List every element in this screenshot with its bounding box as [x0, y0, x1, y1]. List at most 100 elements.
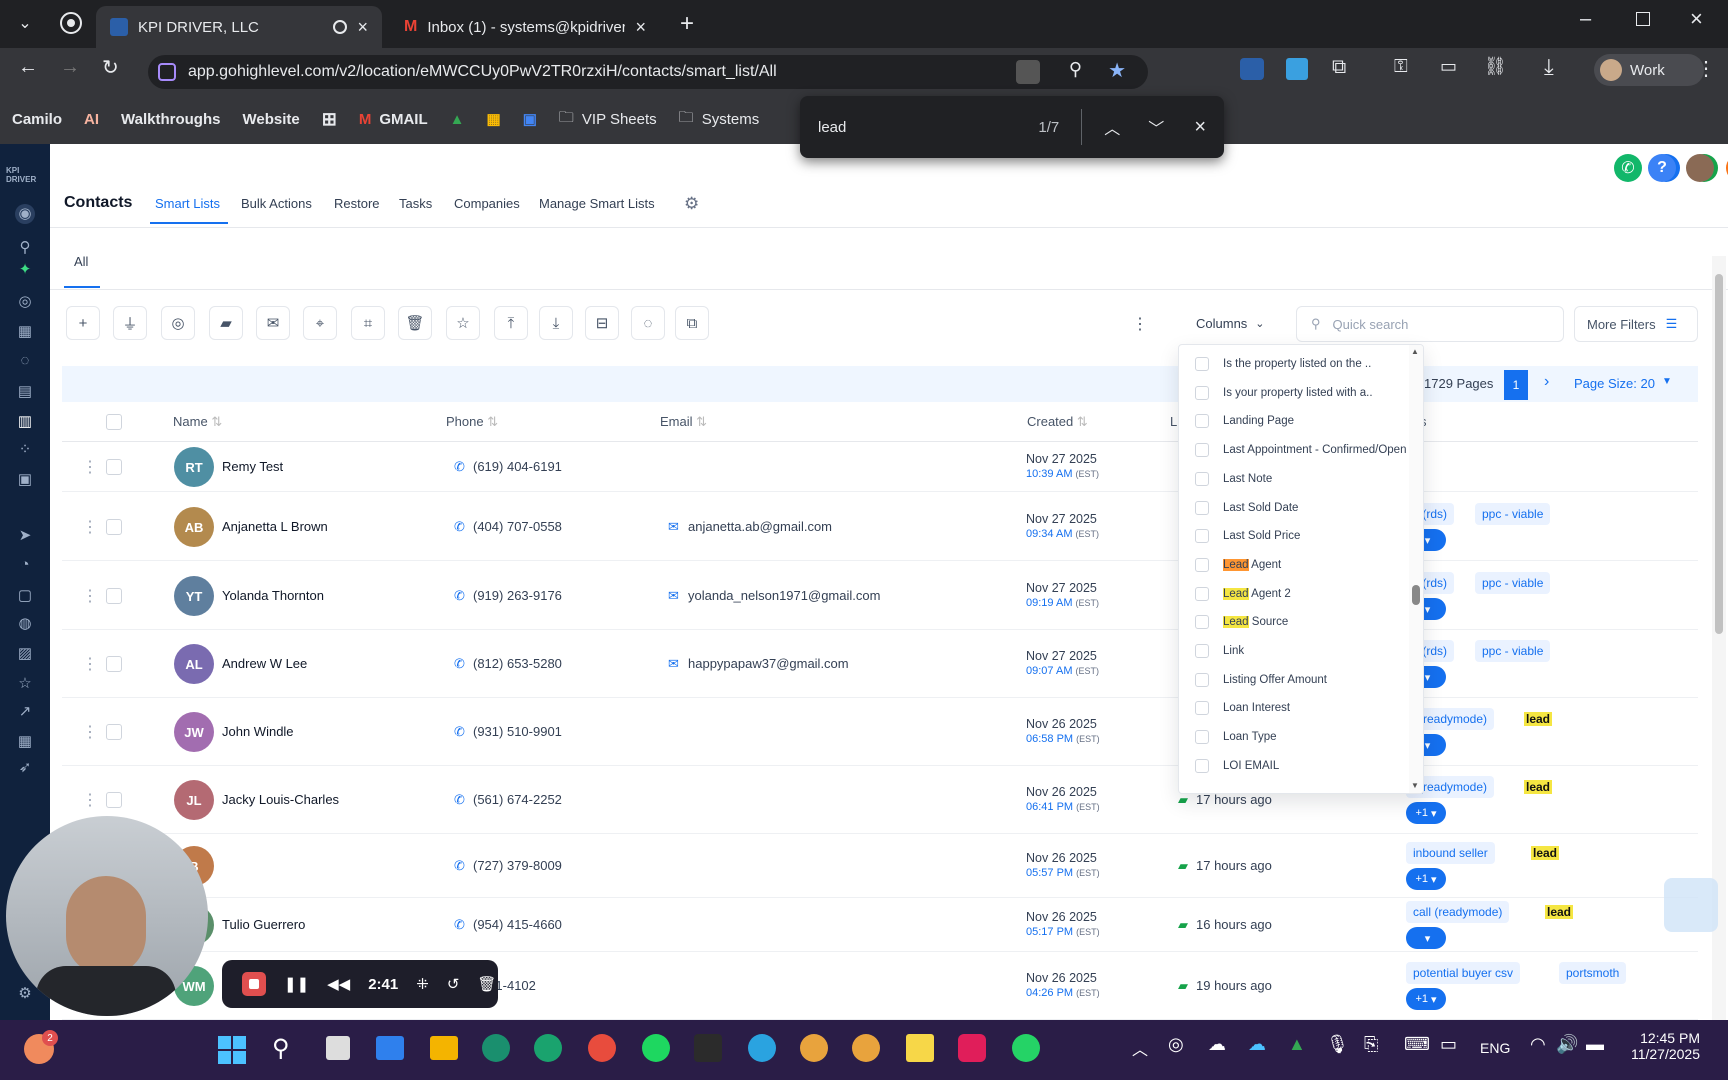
spotify-icon[interactable] — [642, 1034, 670, 1062]
tag-chip[interactable]: portsmoth — [1559, 962, 1627, 984]
table-row[interactable]: ⋮ AL Andrew W Lee ✆ (812) 653-5280 ✉ happypapa… — [62, 630, 1698, 698]
row-actions-icon[interactable]: ⋮ — [82, 654, 98, 674]
rocket-icon[interactable]: ➶ — [15, 758, 35, 778]
tag-chip[interactable]: ppc - viable — [1475, 572, 1551, 594]
help-icon[interactable]: ? — [1648, 154, 1676, 182]
reload-icon[interactable]: ↻ — [102, 55, 119, 80]
trash-icon[interactable]: 🗑 — [477, 975, 496, 993]
row-checkbox[interactable] — [106, 724, 122, 740]
column-header-phone[interactable]: Phone ⇅ — [446, 414, 498, 430]
import-icon[interactable]: ⤓ — [539, 306, 573, 340]
tag-chip[interactable]: call (readymode) — [1406, 901, 1510, 923]
table-row[interactable]: ⋮B✆(727) 379-8009Nov 26 202505:57 PM (ES… — [62, 834, 1698, 898]
select-all-checkbox[interactable] — [106, 414, 122, 430]
menu-kebab-icon[interactable]: ⋮ — [1696, 56, 1716, 81]
task-view-icon[interactable] — [326, 1036, 350, 1060]
quick-search-input[interactable]: ⚲ Quick search — [1296, 306, 1564, 342]
contact-name[interactable]: Remy Test — [222, 459, 283, 474]
restart-icon[interactable]: ↺ — [447, 975, 460, 993]
tab-restore[interactable]: Restore — [334, 196, 380, 211]
contact-name[interactable]: Jacky Louis-Charles — [222, 792, 339, 807]
row-actions-icon[interactable]: ⋮ — [82, 722, 98, 742]
add-tag-icon[interactable]: ⌖ — [303, 306, 337, 340]
volume-icon[interactable]: 🔊 — [1556, 1034, 1578, 1055]
site-info-icon[interactable] — [158, 63, 176, 81]
column-header-last-activity[interactable]: L — [1170, 414, 1177, 429]
phone-icon[interactable]: ✆ — [1614, 154, 1642, 182]
table-row[interactable]: ⋮ YT Yolanda Thornton ✆ (919) 263-9176 ✉ yolan… — [62, 561, 1698, 630]
column-header-name[interactable]: Name ⇅ — [173, 414, 222, 430]
settings-gear-icon[interactable]: ⚙ — [15, 984, 35, 1004]
user-avatar[interactable] — [1686, 154, 1714, 182]
chrome-icon[interactable] — [852, 1034, 880, 1062]
scrollbar-thumb[interactable] — [1412, 585, 1420, 605]
column-option[interactable]: Is the property listed on the .. — [1195, 357, 1371, 371]
column-checkbox[interactable] — [1195, 615, 1209, 630]
maximize-icon[interactable] — [1636, 12, 1650, 26]
contact-name[interactable]: Andrew W Lee — [222, 656, 307, 671]
reporting-icon[interactable]: ↗ — [15, 702, 35, 722]
dashboard-icon[interactable]: ▦ — [15, 322, 35, 342]
row-actions-icon[interactable]: ⋮ — [82, 517, 98, 537]
dropdown-scrollbar[interactable]: ▲ ▼ — [1409, 345, 1423, 793]
column-option[interactable]: Link — [1195, 644, 1244, 658]
settings-gear-icon[interactable]: ⚙ — [684, 194, 699, 214]
column-checkbox[interactable] — [1195, 730, 1209, 745]
bookmark-vip-sheets[interactable]: 🗀 VIP Sheets — [559, 107, 657, 132]
find-input[interactable]: lead — [818, 119, 1038, 136]
tab-bulk-actions[interactable]: Bulk Actions — [241, 196, 312, 211]
subtab-all[interactable]: All — [74, 254, 88, 269]
calendar-icon[interactable]: ▤ — [15, 382, 35, 402]
search-icon[interactable]: ⚲ — [15, 238, 35, 258]
extension-icon[interactable] — [1240, 58, 1264, 80]
columns-button[interactable]: Columns ⌄ — [1178, 306, 1278, 340]
download-icon[interactable]: ⤓ — [1544, 54, 1554, 80]
chat-widget-icon[interactable] — [1664, 878, 1718, 932]
calendar-icon[interactable]: ▣ — [523, 110, 537, 128]
table-row[interactable]: ⋮ AB Anjanetta L Brown ✆ (404) 707-0558 ✉ anja… — [62, 492, 1698, 561]
bookmark-gmail[interactable]: M GMAIL — [359, 111, 428, 128]
sms-icon[interactable]: ▰ — [209, 306, 243, 340]
tab-search-icon[interactable]: ⌄ — [14, 12, 36, 34]
display-icon[interactable]: ▭ — [1440, 1034, 1457, 1055]
tray-app-icon[interactable]: ◎ — [1168, 1034, 1184, 1055]
contact-phone[interactable]: (619) 404-6191 — [473, 459, 562, 474]
scroll-down-icon[interactable]: ▼ — [1411, 781, 1419, 790]
contact-email[interactable]: happypapaw37@gmail.com — [688, 656, 849, 671]
tab-smart-lists[interactable]: Smart Lists — [155, 196, 220, 211]
find-previous-icon[interactable]: ︿ — [1104, 115, 1120, 139]
find-next-icon[interactable]: ﹀ — [1148, 115, 1164, 139]
column-option[interactable]: Loan Interest — [1195, 701, 1290, 716]
scrollbar-thumb[interactable] — [1715, 274, 1723, 634]
conversations-icon[interactable]: ◌ — [15, 352, 35, 372]
contact-phone[interactable]: (812) 653-5280 — [473, 656, 562, 671]
contacts-nav-icon[interactable]: ◉ — [15, 204, 35, 224]
wifi-icon[interactable]: ◠ — [1530, 1034, 1546, 1055]
row-checkbox[interactable] — [106, 588, 122, 604]
row-checkbox[interactable] — [106, 656, 122, 672]
row-actions-icon[interactable]: ⋮ — [82, 790, 98, 810]
column-checkbox[interactable] — [1195, 758, 1209, 773]
slack-icon[interactable] — [958, 1034, 986, 1062]
tag-chip-lead[interactable]: lead — [1524, 842, 1566, 864]
column-option[interactable]: Lead Agent 2 — [1195, 586, 1291, 601]
password-key-icon[interactable]: ⚿ — [1394, 56, 1408, 77]
pause-icon[interactable]: ❚❚ — [284, 975, 309, 993]
minimize-icon[interactable]: – — [1580, 8, 1591, 31]
tag-chip[interactable]: inbound seller — [1406, 842, 1495, 864]
column-checkbox[interactable] — [1195, 672, 1209, 687]
column-option[interactable]: LOI EMAIL — [1195, 758, 1279, 773]
column-checkbox[interactable] — [1195, 357, 1209, 371]
profile-button[interactable]: Work — [1594, 54, 1704, 86]
contact-phone[interactable]: (919) 263-9176 — [473, 588, 562, 603]
media-icon[interactable]: ▨ — [15, 644, 35, 664]
email-icon[interactable]: ✉ — [256, 306, 290, 340]
tag-chip[interactable]: potential buyer csv — [1406, 962, 1521, 984]
sheets-icon[interactable]: ▦ — [487, 110, 501, 128]
chrome-canary-icon[interactable] — [588, 1034, 616, 1062]
table-row[interactable]: ⋮ JW John Windle ✆ (931) 510-9901 Nov 26 2025… — [62, 698, 1698, 766]
payment-card-icon[interactable]: ▭ — [1440, 56, 1457, 77]
filter-icon[interactable]: ⏚ — [113, 306, 147, 340]
remove-tag-icon[interactable]: ⌗ — [351, 306, 385, 340]
keyboard-icon[interactable]: ⌨ — [1404, 1034, 1430, 1055]
